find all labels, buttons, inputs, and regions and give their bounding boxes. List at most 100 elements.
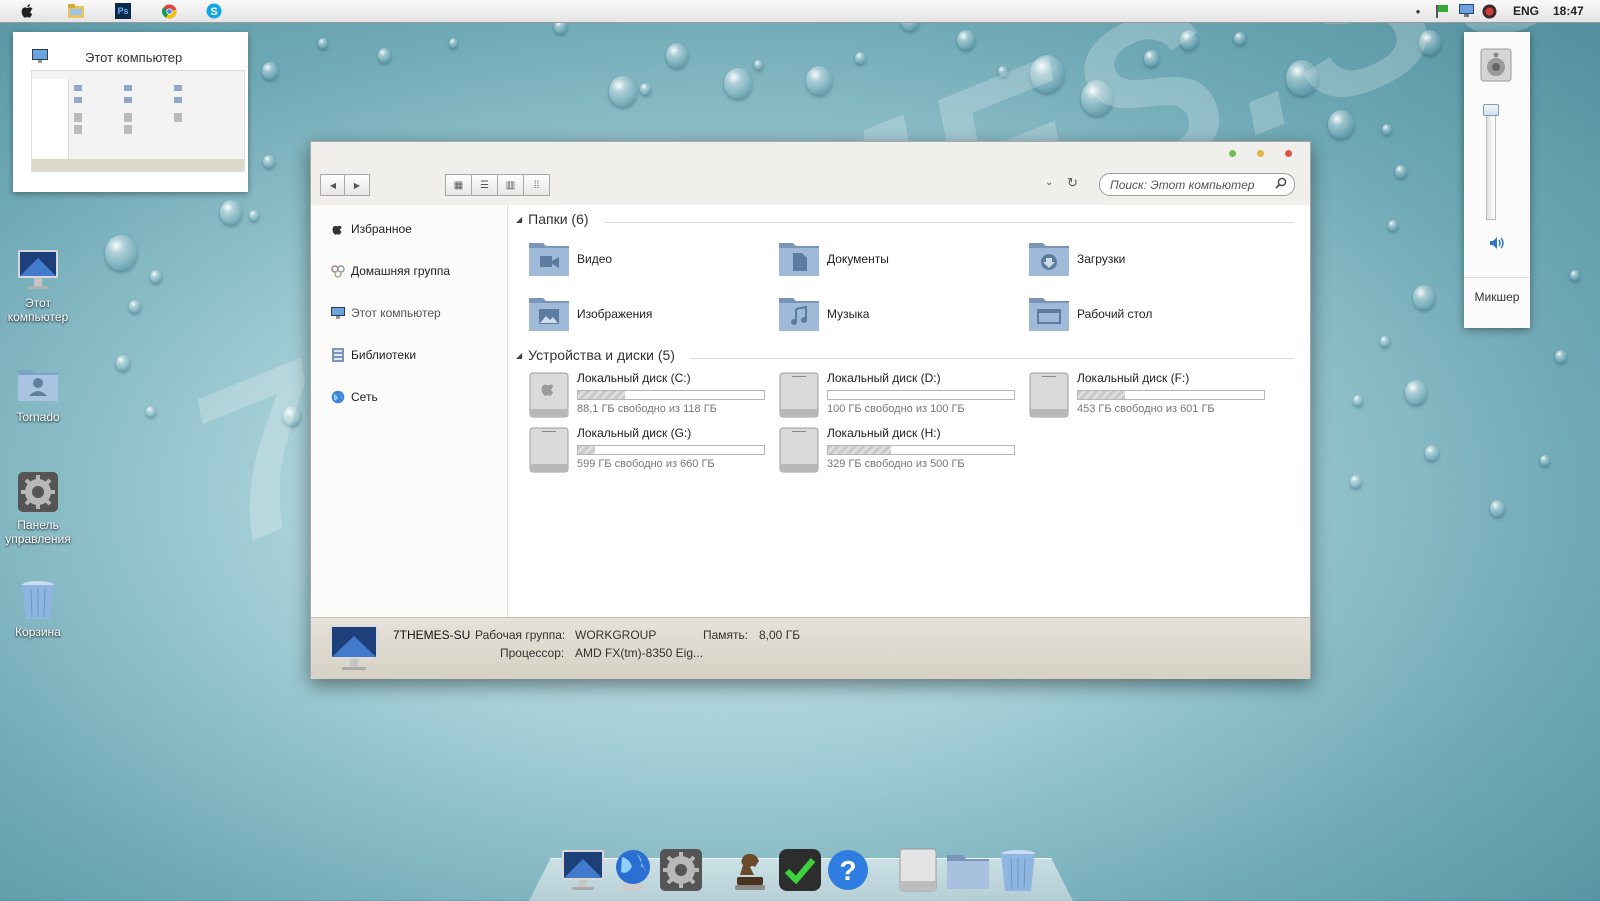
- window-preview[interactable]: Этот компьютер: [13, 32, 248, 192]
- collapse-arrow-icon[interactable]: ◢: [516, 351, 522, 360]
- sidebar: Избранное Домашняя группа Этот компьютер…: [311, 205, 508, 617]
- workgroup-value: WORKGROUP: [575, 628, 657, 642]
- drive-usage-bar: [577, 390, 765, 400]
- dock-settings-icon[interactable]: [658, 847, 704, 893]
- drive-d[interactable]: Локальный диск (D:) 100 ГБ свободно из 1…: [778, 371, 1023, 421]
- desktop-icon-tornado[interactable]: Tornado: [0, 362, 78, 424]
- view-columns-button[interactable]: ▥: [497, 174, 524, 196]
- drive-g[interactable]: Локальный диск (G:) 599 ГБ свободно из 6…: [528, 426, 773, 476]
- drive-icon: [778, 371, 820, 419]
- water-drop: [129, 300, 141, 314]
- search-icon[interactable]: [1275, 177, 1287, 192]
- speaker-icon[interactable]: [1489, 236, 1505, 253]
- folder-downloads[interactable]: Загрузки: [1028, 239, 1268, 283]
- water-drop: [378, 48, 391, 63]
- folder-label: Изображения: [577, 307, 653, 321]
- sidebar-item-this-computer[interactable]: Этот компьютер: [331, 304, 441, 322]
- monitor-tray-icon[interactable]: [1458, 3, 1474, 19]
- photoshop-icon[interactable]: Ps: [115, 3, 131, 19]
- search-box[interactable]: [1099, 173, 1295, 196]
- water-drop: [1234, 32, 1246, 46]
- forward-button[interactable]: ▶: [344, 174, 370, 196]
- dock-help-icon[interactable]: ?: [825, 847, 871, 893]
- water-drop: [609, 76, 637, 108]
- volume-track[interactable]: [1486, 104, 1496, 220]
- computer-icon: [329, 624, 379, 675]
- maximize-button[interactable]: [1229, 150, 1236, 157]
- minimize-button[interactable]: [1257, 150, 1264, 157]
- desktop-icon-label: Этот компьютер: [7, 296, 69, 324]
- dock-check-icon[interactable]: [777, 847, 823, 893]
- sidebar-item-libraries[interactable]: Библиотеки: [331, 346, 416, 364]
- divider: [604, 222, 1294, 223]
- library-icon: [331, 348, 345, 362]
- folder-pictures[interactable]: Изображения: [528, 294, 768, 338]
- drive-free-space: 88,1 ГБ свободно из 118 ГБ: [577, 403, 717, 415]
- collapse-arrow-icon[interactable]: ◢: [516, 215, 522, 224]
- view-list-button[interactable]: ☰: [471, 174, 498, 196]
- folder-music[interactable]: Музыка: [778, 294, 1018, 338]
- view-icons-button[interactable]: ▦: [445, 174, 472, 196]
- sidebar-item-network[interactable]: Сеть: [331, 388, 378, 406]
- language-indicator[interactable]: ENG: [1513, 4, 1539, 18]
- drive-f[interactable]: Локальный диск (F:) 453 ГБ свободно из 6…: [1028, 371, 1273, 421]
- folder-desktop[interactable]: Рабочий стол: [1028, 294, 1268, 338]
- settings-icon: [16, 470, 60, 514]
- drive-usage-fill: [1078, 391, 1125, 399]
- content-pane: ◢ Папки (6) Видео Документы Загрузки Изо…: [508, 205, 1310, 617]
- folder-label: Загрузки: [1077, 252, 1126, 266]
- mixer-link[interactable]: Микшер: [1464, 290, 1530, 304]
- desktop-icon-control-panel[interactable]: Панель управления: [0, 470, 78, 546]
- water-drop: [666, 43, 688, 68]
- cpu-value: AMD FX(tm)-8350 Eig...: [575, 646, 704, 660]
- water-drop: [1490, 500, 1505, 517]
- trash-icon: [16, 577, 60, 621]
- bullet-icon: ●: [1415, 6, 1421, 16]
- dock-computer-icon[interactable]: [560, 847, 606, 893]
- divider: [690, 358, 1294, 359]
- dock-chess-icon[interactable]: [727, 847, 773, 893]
- group-header-devices[interactable]: ◢ Устройства и диски (5): [516, 347, 675, 363]
- folder-icon[interactable]: [68, 3, 84, 19]
- toolbar: ◀ ▶ ▦ ☰ ▥ ⁞⁞ ⌄ ↻: [311, 170, 1310, 203]
- dock-trash-icon[interactable]: [995, 847, 1041, 893]
- flag-icon[interactable]: [1434, 3, 1450, 19]
- drive-free-space: 453 ГБ свободно из 601 ГБ: [1077, 403, 1215, 415]
- explorer-window: ◀ ▶ ▦ ☰ ▥ ⁞⁞ ⌄ ↻ Избранное Домашняя груп…: [310, 141, 1311, 679]
- search-input[interactable]: [1108, 177, 1272, 193]
- chrome-icon[interactable]: [161, 3, 177, 19]
- clock[interactable]: 18:47: [1553, 4, 1584, 18]
- desktop-icon-trash[interactable]: Корзина: [0, 577, 78, 639]
- chevron-down-icon[interactable]: ⌄: [1045, 177, 1053, 188]
- drive-usage-fill: [578, 391, 625, 399]
- memory-label: Память:: [703, 628, 749, 642]
- close-button[interactable]: [1285, 150, 1292, 157]
- record-tray-icon[interactable]: [1481, 3, 1497, 19]
- refresh-icon[interactable]: ↻: [1067, 175, 1078, 191]
- back-button[interactable]: ◀: [320, 174, 346, 196]
- volume-slider-handle[interactable]: [1483, 104, 1499, 116]
- water-drop: [249, 210, 259, 222]
- desktop-icon-this-computer[interactable]: Этот компьютер: [0, 248, 78, 324]
- user-folder-icon: [16, 362, 60, 406]
- drive-h[interactable]: Локальный диск (H:) 329 ГБ свободно из 5…: [778, 426, 1023, 476]
- drive-name: Локальный диск (G:): [577, 426, 692, 440]
- drive-usage-bar: [827, 445, 1015, 455]
- water-drop: [220, 200, 242, 225]
- water-drop: [1540, 455, 1550, 467]
- group-header-folders[interactable]: ◢ Папки (6): [516, 211, 589, 227]
- drive-name: Локальный диск (H:): [827, 426, 941, 440]
- folder-video[interactable]: Видео: [528, 239, 768, 283]
- sidebar-item-favorites[interactable]: Избранное: [331, 220, 412, 238]
- apple-icon[interactable]: [20, 3, 36, 19]
- drive-c[interactable]: Локальный диск (C:) 88,1 ГБ свободно из …: [528, 371, 773, 421]
- view-coverflow-button[interactable]: ⁞⁞: [523, 174, 550, 196]
- skype-icon[interactable]: S: [206, 3, 222, 19]
- sidebar-item-homegroup[interactable]: Домашняя группа: [331, 262, 450, 280]
- water-drop: [1328, 110, 1354, 140]
- dock-network-globe-icon[interactable]: [610, 847, 656, 893]
- dock-drive-icon[interactable]: [895, 847, 941, 893]
- dock-folder-icon[interactable]: [945, 847, 991, 893]
- drive-usage-fill: [578, 446, 595, 454]
- folder-documents[interactable]: Документы: [778, 239, 1018, 283]
